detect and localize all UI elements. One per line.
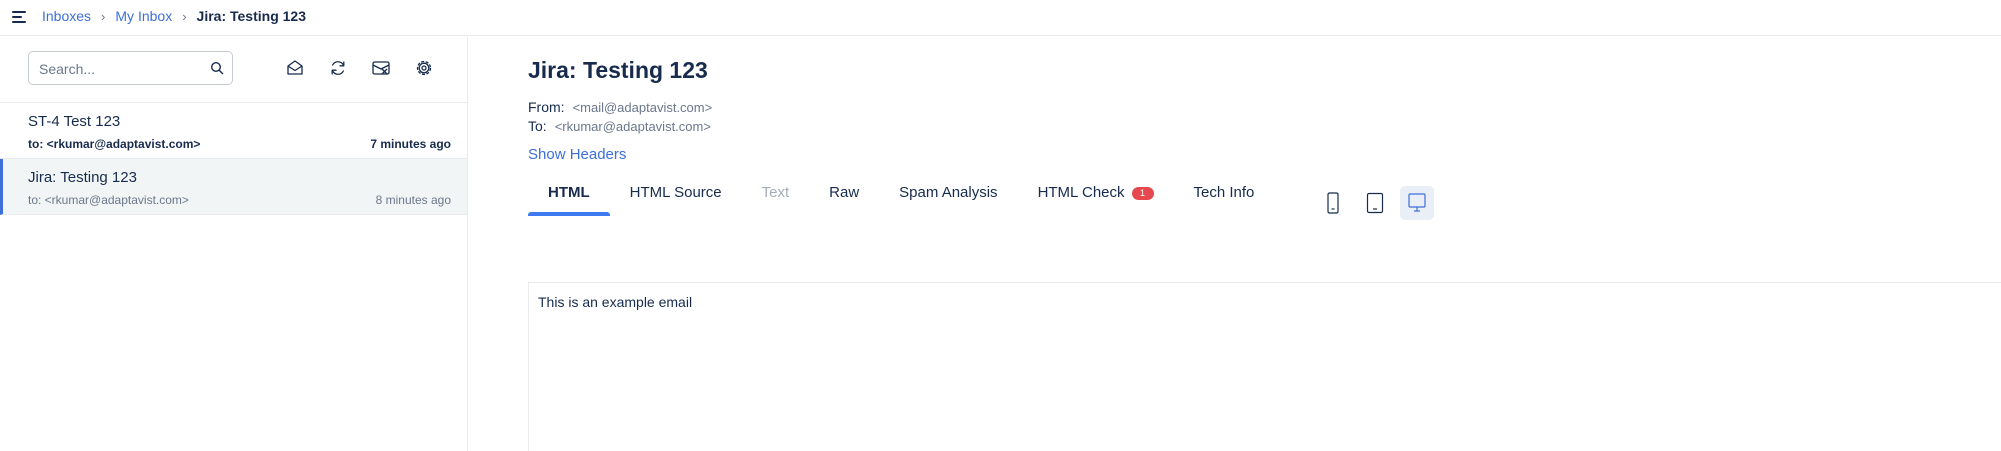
tab-label: HTML Source — [629, 184, 722, 201]
tab-label: HTML — [548, 184, 590, 201]
tab-text[interactable]: Text — [742, 180, 810, 216]
hamburger-menu-icon[interactable] — [10, 8, 28, 26]
email-recipient: to: <rkumar@adaptavist.com> — [28, 193, 189, 207]
refresh-icon — [331, 61, 345, 75]
mobile-icon — [1327, 192, 1339, 214]
top-bar: Inboxes › My Inbox › Jira: Testing 123 — [0, 0, 2001, 36]
to-label: To: — [528, 118, 547, 134]
desktop-preview-button[interactable] — [1400, 186, 1434, 220]
breadcrumb-inboxes[interactable]: Inboxes — [42, 8, 91, 24]
from-address: <mail@adaptavist.com> — [572, 100, 713, 115]
tab-spam-analysis[interactable]: Spam Analysis — [879, 180, 1017, 216]
search-input[interactable] — [39, 59, 204, 79]
breadcrumb: Inboxes › My Inbox › Jira: Testing 123 — [42, 8, 306, 24]
from-row: From: <mail@adaptavist.com> — [528, 99, 712, 115]
list-toolbar — [0, 37, 467, 103]
tab-label: Text — [761, 184, 790, 201]
tab-html[interactable]: HTML — [528, 180, 610, 216]
email-recipient: to: <rkumar@adaptavist.com> — [28, 137, 201, 151]
tab-label: Spam Analysis — [899, 184, 998, 201]
html-check-count-badge: 1 — [1131, 187, 1154, 200]
email-list-panel: ST-4 Test 123 to: <rkumar@adaptavist.com… — [0, 37, 468, 451]
email-list-item[interactable]: ST-4 Test 123 to: <rkumar@adaptavist.com… — [0, 103, 467, 159]
mobile-preview-button[interactable] — [1316, 186, 1350, 220]
tablet-icon — [1366, 192, 1384, 214]
refresh-button[interactable] — [327, 57, 349, 79]
email-timestamp: 7 minutes ago — [370, 137, 451, 151]
from-label: From: — [528, 99, 565, 115]
tab-raw[interactable]: Raw — [809, 180, 879, 216]
settings-gear-icon — [416, 60, 432, 76]
tab-html-source[interactable]: HTML Source — [610, 180, 742, 216]
email-timestamp: 8 minutes ago — [375, 193, 451, 207]
tab-label: Tech Info — [1193, 184, 1255, 201]
search-box — [28, 51, 233, 85]
to-address: <rkumar@adaptavist.com> — [554, 119, 711, 134]
chevron-right-icon: › — [182, 8, 187, 24]
clear-inbox-button[interactable] — [370, 57, 392, 79]
settings-button[interactable] — [413, 57, 435, 79]
to-row: To: <rkumar@adaptavist.com> — [528, 118, 711, 134]
breadcrumb-current: Jira: Testing 123 — [196, 8, 306, 24]
show-headers-link[interactable]: Show Headers — [528, 146, 626, 163]
message-title: Jira: Testing 123 — [528, 57, 708, 83]
email-subject: Jira: Testing 123 — [28, 169, 137, 186]
search-icon[interactable] — [210, 61, 224, 75]
mail-open-icon — [287, 60, 303, 75]
tab-html-check[interactable]: HTML Check 1 — [1018, 180, 1174, 216]
message-view: Jira: Testing 123 From: <mail@adaptavist.… — [468, 37, 2001, 451]
email-body-text: This is an example email — [538, 294, 693, 310]
mark-read-button[interactable] — [284, 57, 306, 79]
email-list-item-selected[interactable]: Jira: Testing 123 to: <rkumar@adaptavist… — [0, 159, 467, 215]
breadcrumb-my-inbox[interactable]: My Inbox — [115, 8, 172, 24]
tablet-preview-button[interactable] — [1358, 186, 1392, 220]
tab-label: HTML Check — [1037, 184, 1125, 201]
email-subject: ST-4 Test 123 — [28, 113, 121, 130]
tab-label: Raw — [829, 184, 860, 201]
chevron-right-icon: › — [101, 8, 106, 24]
desktop-icon — [1408, 193, 1426, 212]
view-tabs: HTML HTML Source Text Raw Spam Analysis … — [528, 180, 1274, 216]
clear-inbox-icon — [372, 61, 390, 75]
email-preview-frame: This is an example email — [528, 282, 2001, 451]
tab-tech-info[interactable]: Tech Info — [1174, 180, 1275, 216]
